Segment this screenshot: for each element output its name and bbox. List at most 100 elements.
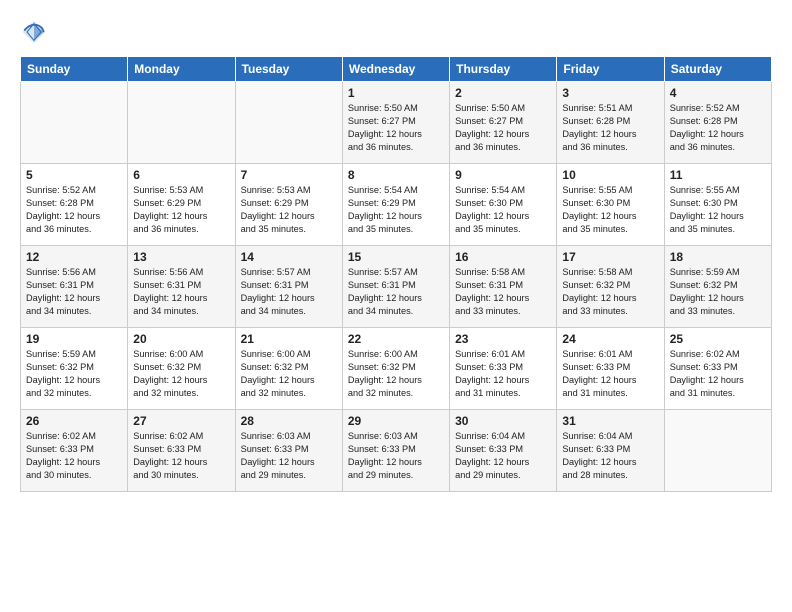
weekday-header-tuesday: Tuesday: [235, 57, 342, 82]
day-info: Sunrise: 5:52 AM Sunset: 6:28 PM Dayligh…: [670, 102, 766, 154]
calendar-cell: 29 Sunrise: 6:03 AM Sunset: 6:33 PM Dayli…: [342, 410, 449, 492]
calendar-body: 1 Sunrise: 5:50 AM Sunset: 6:27 PM Daylig…: [21, 82, 772, 492]
day-info: Sunrise: 6:00 AM Sunset: 6:32 PM Dayligh…: [348, 348, 444, 400]
calendar-cell: 18Sunrise: 5:59 AM Sunset: 6:32 PM Dayli…: [664, 246, 771, 328]
calendar-cell: 11 Sunrise: 5:55 AM Sunset: 6:30 PM Dayli…: [664, 164, 771, 246]
calendar-cell: 25 Sunrise: 6:02 AM Sunset: 6:33 PM Dayli…: [664, 328, 771, 410]
calendar-week-3: 12 Sunrise: 5:56 AM Sunset: 6:31 PM Dayli…: [21, 246, 772, 328]
day-info: Sunrise: 5:56 AM Sunset: 6:31 PM Dayligh…: [26, 266, 122, 318]
calendar-cell: 3 Sunrise: 5:51 AM Sunset: 6:28 PM Daylig…: [557, 82, 664, 164]
day-number: 22: [348, 332, 444, 346]
day-info: Sunrise: 6:00 AM Sunset: 6:32 PM Dayligh…: [133, 348, 229, 400]
day-number: 13: [133, 250, 229, 264]
day-info: Sunrise: 5:56 AM Sunset: 6:31 PM Dayligh…: [133, 266, 229, 318]
day-info: Sunrise: 5:52 AM Sunset: 6:28 PM Dayligh…: [26, 184, 122, 236]
day-info: Sunrise: 6:00 AM Sunset: 6:32 PM Dayligh…: [241, 348, 337, 400]
day-info: Sunrise: 5:58 AM Sunset: 6:32 PM Dayligh…: [562, 266, 658, 318]
day-info: Sunrise: 6:03 AM Sunset: 6:33 PM Dayligh…: [348, 430, 444, 482]
weekday-header-row: SundayMondayTuesdayWednesdayThursdayFrid…: [21, 57, 772, 82]
calendar-cell: 22 Sunrise: 6:00 AM Sunset: 6:32 PM Dayli…: [342, 328, 449, 410]
calendar-cell: 30 Sunrise: 6:04 AM Sunset: 6:33 PM Dayli…: [450, 410, 557, 492]
weekday-header-saturday: Saturday: [664, 57, 771, 82]
day-number: 4: [670, 86, 766, 100]
day-number: 9: [455, 168, 551, 182]
calendar-week-4: 19Sunrise: 5:59 AM Sunset: 6:32 PM Dayli…: [21, 328, 772, 410]
calendar-cell: 23Sunrise: 6:01 AM Sunset: 6:33 PM Dayli…: [450, 328, 557, 410]
calendar-cell: 14 Sunrise: 5:57 AM Sunset: 6:31 PM Dayli…: [235, 246, 342, 328]
day-number: 21: [241, 332, 337, 346]
day-number: 7: [241, 168, 337, 182]
day-info: Sunrise: 6:03 AM Sunset: 6:33 PM Dayligh…: [241, 430, 337, 482]
calendar-week-1: 1 Sunrise: 5:50 AM Sunset: 6:27 PM Daylig…: [21, 82, 772, 164]
day-number: 5: [26, 168, 122, 182]
weekday-header-sunday: Sunday: [21, 57, 128, 82]
day-info: Sunrise: 5:55 AM Sunset: 6:30 PM Dayligh…: [670, 184, 766, 236]
day-number: 27: [133, 414, 229, 428]
day-info: Sunrise: 5:53 AM Sunset: 6:29 PM Dayligh…: [241, 184, 337, 236]
day-info: Sunrise: 6:02 AM Sunset: 6:33 PM Dayligh…: [26, 430, 122, 482]
calendar-week-5: 26Sunrise: 6:02 AM Sunset: 6:33 PM Dayli…: [21, 410, 772, 492]
day-number: 3: [562, 86, 658, 100]
day-number: 12: [26, 250, 122, 264]
calendar-cell: 9 Sunrise: 5:54 AM Sunset: 6:30 PM Daylig…: [450, 164, 557, 246]
day-info: Sunrise: 6:04 AM Sunset: 6:33 PM Dayligh…: [562, 430, 658, 482]
day-number: 31: [562, 414, 658, 428]
day-number: 8: [348, 168, 444, 182]
day-number: 29: [348, 414, 444, 428]
calendar-cell: 27 Sunrise: 6:02 AM Sunset: 6:33 PM Dayli…: [128, 410, 235, 492]
day-number: 30: [455, 414, 551, 428]
day-info: Sunrise: 6:02 AM Sunset: 6:33 PM Dayligh…: [133, 430, 229, 482]
calendar-cell: 15Sunrise: 5:57 AM Sunset: 6:31 PM Dayli…: [342, 246, 449, 328]
day-number: 28: [241, 414, 337, 428]
day-info: Sunrise: 6:01 AM Sunset: 6:33 PM Dayligh…: [562, 348, 658, 400]
day-info: Sunrise: 5:55 AM Sunset: 6:30 PM Dayligh…: [562, 184, 658, 236]
calendar-cell: 12 Sunrise: 5:56 AM Sunset: 6:31 PM Dayli…: [21, 246, 128, 328]
day-info: Sunrise: 6:04 AM Sunset: 6:33 PM Dayligh…: [455, 430, 551, 482]
day-number: 25: [670, 332, 766, 346]
calendar-cell: 20Sunrise: 6:00 AM Sunset: 6:32 PM Dayli…: [128, 328, 235, 410]
calendar-cell: 17Sunrise: 5:58 AM Sunset: 6:32 PM Dayli…: [557, 246, 664, 328]
day-info: Sunrise: 5:54 AM Sunset: 6:29 PM Dayligh…: [348, 184, 444, 236]
calendar-table: SundayMondayTuesdayWednesdayThursdayFrid…: [20, 56, 772, 492]
day-number: 10: [562, 168, 658, 182]
calendar-cell: [21, 82, 128, 164]
day-number: 1: [348, 86, 444, 100]
calendar-cell: 31 Sunrise: 6:04 AM Sunset: 6:33 PM Dayli…: [557, 410, 664, 492]
calendar-week-2: 5 Sunrise: 5:52 AM Sunset: 6:28 PM Daylig…: [21, 164, 772, 246]
day-number: 14: [241, 250, 337, 264]
day-info: Sunrise: 5:51 AM Sunset: 6:28 PM Dayligh…: [562, 102, 658, 154]
logo: [20, 18, 52, 46]
day-info: Sunrise: 5:54 AM Sunset: 6:30 PM Dayligh…: [455, 184, 551, 236]
calendar-cell: 24 Sunrise: 6:01 AM Sunset: 6:33 PM Dayli…: [557, 328, 664, 410]
day-number: 23: [455, 332, 551, 346]
day-info: Sunrise: 5:50 AM Sunset: 6:27 PM Dayligh…: [348, 102, 444, 154]
day-number: 24: [562, 332, 658, 346]
page: SundayMondayTuesdayWednesdayThursdayFrid…: [0, 0, 792, 612]
calendar-cell: 19Sunrise: 5:59 AM Sunset: 6:32 PM Dayli…: [21, 328, 128, 410]
day-info: Sunrise: 5:50 AM Sunset: 6:27 PM Dayligh…: [455, 102, 551, 154]
day-info: Sunrise: 5:53 AM Sunset: 6:29 PM Dayligh…: [133, 184, 229, 236]
calendar-cell: 10 Sunrise: 5:55 AM Sunset: 6:30 PM Dayli…: [557, 164, 664, 246]
day-number: 6: [133, 168, 229, 182]
day-info: Sunrise: 6:02 AM Sunset: 6:33 PM Dayligh…: [670, 348, 766, 400]
calendar-cell: [664, 410, 771, 492]
day-number: 11: [670, 168, 766, 182]
day-info: Sunrise: 5:58 AM Sunset: 6:31 PM Dayligh…: [455, 266, 551, 318]
calendar-cell: 2 Sunrise: 5:50 AM Sunset: 6:27 PM Daylig…: [450, 82, 557, 164]
day-number: 2: [455, 86, 551, 100]
calendar-cell: 21 Sunrise: 6:00 AM Sunset: 6:32 PM Dayli…: [235, 328, 342, 410]
day-info: Sunrise: 5:57 AM Sunset: 6:31 PM Dayligh…: [241, 266, 337, 318]
day-number: 16: [455, 250, 551, 264]
weekday-header-friday: Friday: [557, 57, 664, 82]
calendar-cell: [235, 82, 342, 164]
weekday-header-wednesday: Wednesday: [342, 57, 449, 82]
calendar-cell: 1 Sunrise: 5:50 AM Sunset: 6:27 PM Daylig…: [342, 82, 449, 164]
calendar-header: SundayMondayTuesdayWednesdayThursdayFrid…: [21, 57, 772, 82]
logo-icon: [20, 18, 48, 46]
calendar-cell: 6 Sunrise: 5:53 AM Sunset: 6:29 PM Daylig…: [128, 164, 235, 246]
calendar-cell: 28 Sunrise: 6:03 AM Sunset: 6:33 PM Dayli…: [235, 410, 342, 492]
calendar-cell: 26Sunrise: 6:02 AM Sunset: 6:33 PM Dayli…: [21, 410, 128, 492]
weekday-header-thursday: Thursday: [450, 57, 557, 82]
calendar-cell: 5 Sunrise: 5:52 AM Sunset: 6:28 PM Daylig…: [21, 164, 128, 246]
day-info: Sunrise: 5:59 AM Sunset: 6:32 PM Dayligh…: [670, 266, 766, 318]
